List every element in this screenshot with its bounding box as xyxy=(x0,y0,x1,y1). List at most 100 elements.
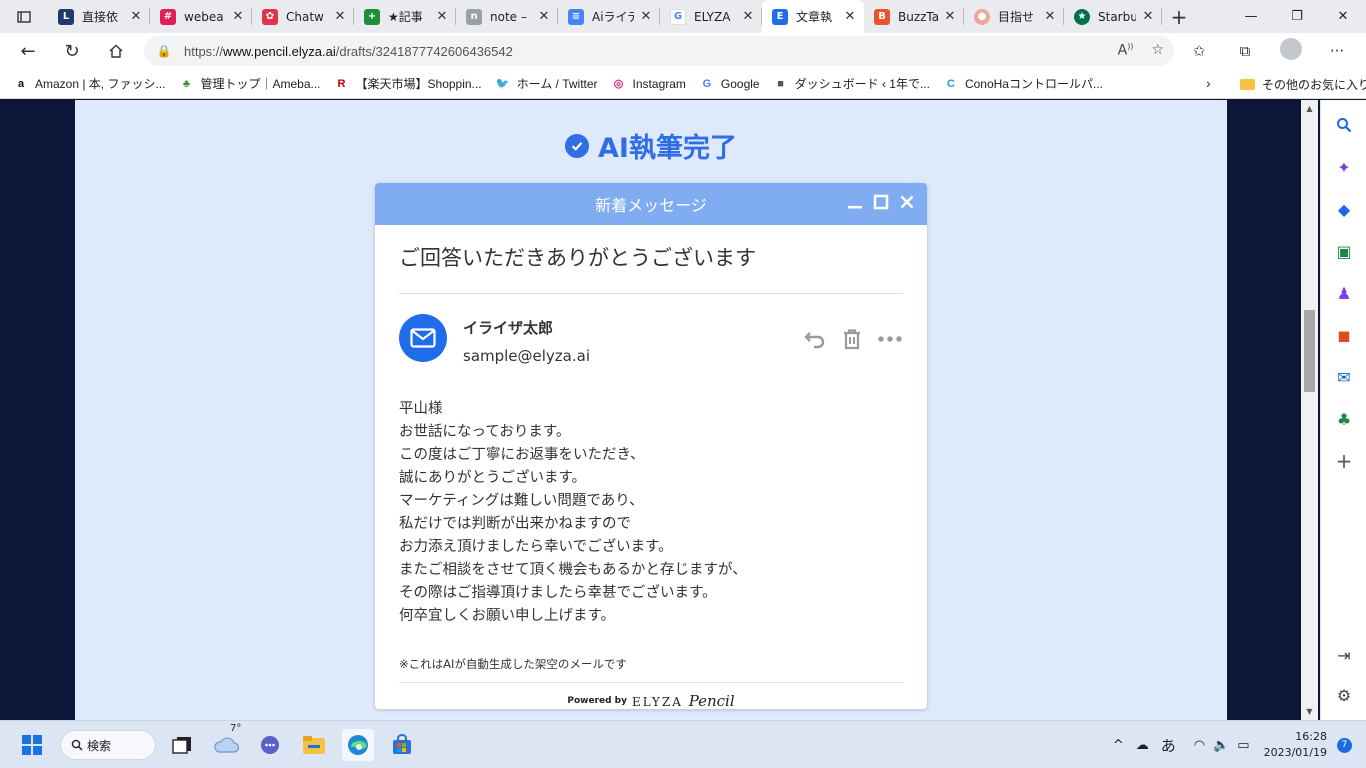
sidebar-office-icon[interactable]: ◼ xyxy=(1321,320,1366,350)
browser-tab[interactable]: G ELYZA ✕ xyxy=(660,0,762,33)
bookmark-item[interactable]: ◎ Instagram xyxy=(612,77,686,91)
home-button[interactable] xyxy=(94,33,138,69)
teams-chat-button[interactable] xyxy=(254,729,286,761)
more-menu-icon[interactable]: ··· xyxy=(1316,42,1358,60)
tab-close-icon[interactable]: ✕ xyxy=(842,9,858,24)
file-explorer-button[interactable] xyxy=(298,729,330,761)
tab-label: ★記事 xyxy=(388,10,423,24)
other-favorites-folder[interactable]: その他のお気に入り xyxy=(1240,69,1366,99)
powered-by-label: Powered by xyxy=(567,696,627,706)
browser-tab[interactable]: L 直接依 ✕ xyxy=(48,0,150,33)
sidebar-tree-icon[interactable]: ♣ xyxy=(1321,404,1366,434)
onedrive-cloud-icon[interactable]: ☁ xyxy=(1136,738,1149,753)
powered-by-footer[interactable]: Powered by ELYZA Pencil xyxy=(375,692,927,709)
tab-actions-button[interactable] xyxy=(0,0,48,33)
browser-tab[interactable]: n note – ✕ xyxy=(456,0,558,33)
tab-label: note – xyxy=(490,9,527,24)
bookmarks-overflow-chevron-icon[interactable]: › xyxy=(1206,75,1211,91)
tab-close-icon[interactable]: ✕ xyxy=(942,9,958,24)
tab-close-icon[interactable]: ✕ xyxy=(230,9,246,24)
browser-tab-active[interactable]: E 文章執 ✕ xyxy=(762,0,864,33)
rakuten-icon: R xyxy=(337,77,346,90)
tab-close-icon[interactable]: ✕ xyxy=(128,9,144,24)
tab-favicon-icon: n xyxy=(466,8,482,25)
sidebar-tag-icon[interactable]: ◆ xyxy=(1321,194,1366,224)
tab-close-icon[interactable]: ✕ xyxy=(1042,9,1058,24)
tab-label: 直接依 xyxy=(82,10,119,24)
bookmark-item[interactable]: 🐦 ホーム / Twitter xyxy=(496,75,598,92)
task-view-icon xyxy=(172,737,191,754)
maximize-icon[interactable] xyxy=(873,194,889,210)
tab-close-icon[interactable]: ✕ xyxy=(536,9,552,24)
refresh-button[interactable]: ↻ xyxy=(50,33,94,69)
trash-icon[interactable] xyxy=(841,328,863,350)
scroll-down-arrow-icon[interactable]: ▼ xyxy=(1301,703,1318,720)
elyza-pencil-logo: ELYZA Pencil xyxy=(631,692,735,709)
browser-tab[interactable]: ✿ Chatw ✕ xyxy=(252,0,354,33)
minimize-window-icon[interactable]: — xyxy=(1228,0,1274,33)
sidebar-settings-gear-icon[interactable]: ⚙ xyxy=(1321,680,1366,710)
tab-close-icon[interactable]: ✕ xyxy=(434,9,450,24)
url-field[interactable]: 🔒 https://www.pencil.elyza.ai/drafts/324… xyxy=(144,36,1174,66)
body-line: 平山様 xyxy=(399,401,443,417)
bookmark-item[interactable]: ■ ダッシュボード ‹ 1年で... xyxy=(774,75,930,92)
close-window-icon[interactable]: ✕ xyxy=(1320,0,1366,33)
scroll-thumb[interactable] xyxy=(1304,310,1315,392)
edge-browser-icon xyxy=(348,735,368,755)
browser-tab[interactable]: + ★記事 ✕ xyxy=(354,0,456,33)
back-button[interactable]: ← xyxy=(6,33,50,69)
sidebar-panel-icon[interactable]: ⇥ xyxy=(1321,640,1366,670)
weather-widget[interactable]: 7° xyxy=(210,723,242,761)
browser-tab[interactable]: ★ Starbu ✕ xyxy=(1064,0,1162,33)
more-options-icon[interactable] xyxy=(877,335,903,343)
collections-icon[interactable]: ⧉ xyxy=(1224,42,1266,60)
folder-label: その他のお気に入り xyxy=(1262,77,1366,92)
tab-close-icon[interactable]: ✕ xyxy=(332,9,348,24)
bookmark-item[interactable]: G Google xyxy=(700,77,760,91)
tab-close-icon[interactable]: ✕ xyxy=(638,9,654,24)
read-aloud-icon[interactable]: A)) xyxy=(1118,42,1134,59)
sidebar-games-icon[interactable]: ♟ xyxy=(1321,278,1366,308)
taskbar-search-box[interactable]: 検索 xyxy=(60,730,156,760)
ime-indicator[interactable]: あ xyxy=(1161,735,1176,756)
sidebar-add-icon[interactable]: + xyxy=(1321,446,1366,476)
scroll-up-arrow-icon[interactable]: ▲ xyxy=(1301,100,1318,117)
sidebar-search-icon[interactable] xyxy=(1321,110,1366,140)
bookmark-item[interactable]: C ConoHaコントロールパ... xyxy=(944,75,1103,92)
profile-avatar[interactable] xyxy=(1270,38,1312,64)
bookmark-item[interactable]: a Amazon | 本, ファッシ... xyxy=(14,75,166,92)
sidebar-sparkle-icon[interactable]: ✦ xyxy=(1321,152,1366,182)
new-tab-button[interactable]: + xyxy=(1162,5,1196,29)
close-icon[interactable] xyxy=(899,194,915,210)
start-button[interactable] xyxy=(16,729,48,761)
browser-tab[interactable]: # webea ✕ xyxy=(150,0,252,33)
sidebar-outlook-icon[interactable]: ✉ xyxy=(1321,362,1366,392)
tab-close-icon[interactable]: ✕ xyxy=(1140,9,1156,24)
browser-tab[interactable]: B BuzzTa ✕ xyxy=(864,0,964,33)
restore-window-icon[interactable]: ❐ xyxy=(1274,0,1320,33)
task-view-button[interactable] xyxy=(166,729,198,761)
browser-tab[interactable]: ≡ Aiライテ ✕ xyxy=(558,0,660,33)
tab-close-icon[interactable]: ✕ xyxy=(740,9,756,24)
taskbar-clock[interactable]: 16:28 2023/01/19 xyxy=(1264,729,1327,761)
edge-taskbar-button[interactable] xyxy=(342,729,374,761)
tab-actions-icon xyxy=(17,10,31,23)
minimize-icon[interactable] xyxy=(847,194,863,210)
battery-icon[interactable]: ▭ xyxy=(1237,738,1249,753)
twitter-icon: 🐦 xyxy=(495,78,510,90)
store-button[interactable] xyxy=(386,729,418,761)
bookmark-item[interactable]: R 【楽天市場】Shoppin... xyxy=(335,75,482,92)
refresh-icon: ↻ xyxy=(64,40,80,62)
favorites-icon[interactable]: ✩ xyxy=(1178,42,1220,60)
page-scrollbar[interactable]: ▲ ▼ xyxy=(1301,100,1318,720)
wifi-icon[interactable]: ◠ xyxy=(1194,738,1205,753)
notification-badge[interactable]: 7 xyxy=(1337,737,1352,753)
speaker-icon[interactable]: 🔈 xyxy=(1213,738,1229,753)
tray-overflow-chevron-icon[interactable]: ^ xyxy=(1113,738,1124,753)
add-favorite-icon[interactable]: ☆ xyxy=(1151,42,1164,59)
sidebar-toolbox-icon[interactable]: ▣ xyxy=(1321,236,1366,266)
body-line: 何卒宜しくお願い申し上げます。 xyxy=(399,608,616,624)
reply-icon[interactable] xyxy=(803,329,827,349)
browser-tab[interactable]: ● 目指せ ✕ xyxy=(964,0,1064,33)
bookmark-item[interactable]: ♣ 管理トップ｜Ameba... xyxy=(179,75,321,92)
